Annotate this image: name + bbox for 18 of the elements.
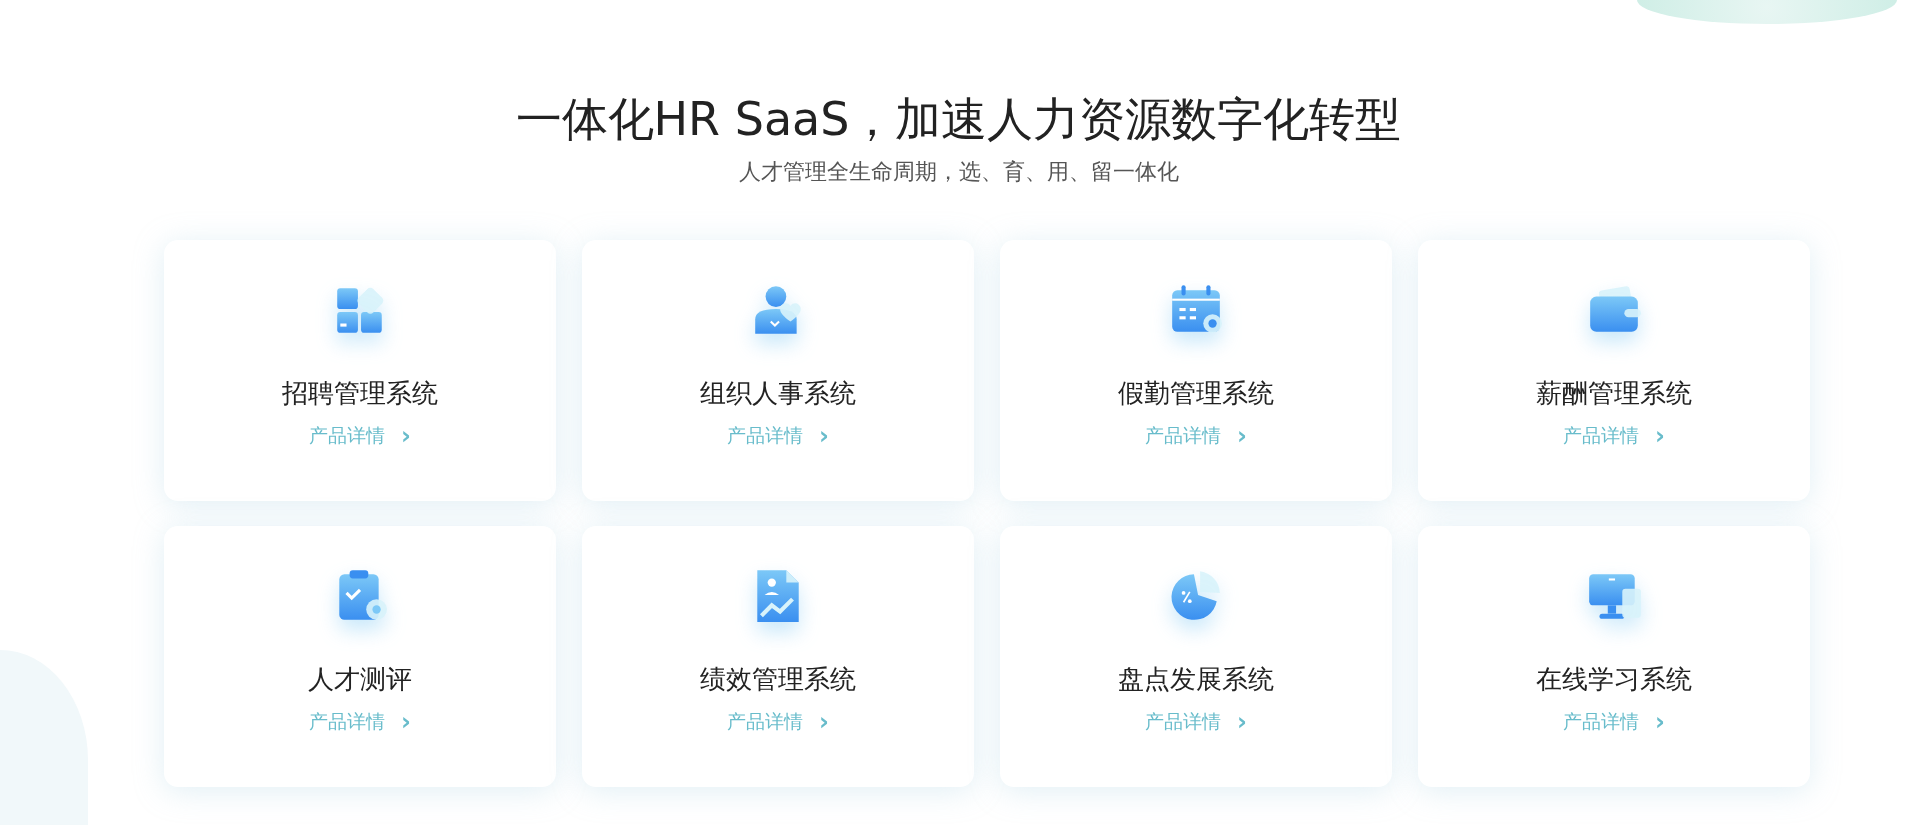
product-details-link[interactable]: 产品详情 › [1145,707,1247,736]
page-subtitle: 人才管理全生命周期，选、育、用、留一体化 [737,158,1180,187]
product-name: 组织人事系统 [700,378,856,410]
product-name: 盘点发展系统 [1118,664,1274,696]
product-details-link[interactable]: 产品详情 › [727,707,829,736]
product-details-link[interactable]: 产品详情 › [309,707,411,736]
product-details-link[interactable]: 产品详情 › [1145,421,1247,450]
product-name: 薪酬管理系统 [1536,378,1692,410]
product-name: 人才测评 [308,664,412,696]
page-title: 一体化HR SaaS，加速人力资源数字化转型 [514,92,1403,148]
product-details-link[interactable]: 产品详情 › [1563,421,1665,450]
product-name: 招聘管理系统 [282,378,438,410]
product-details-link[interactable]: 产品详情 › [1563,707,1665,736]
product-details-link[interactable]: 产品详情 › [727,421,829,450]
product-name: 假勤管理系统 [1118,378,1274,410]
product-name: 在线学习系统 [1536,664,1692,696]
product-details-link[interactable]: 产品详情 › [309,421,411,450]
product-name: 绩效管理系统 [700,664,856,696]
